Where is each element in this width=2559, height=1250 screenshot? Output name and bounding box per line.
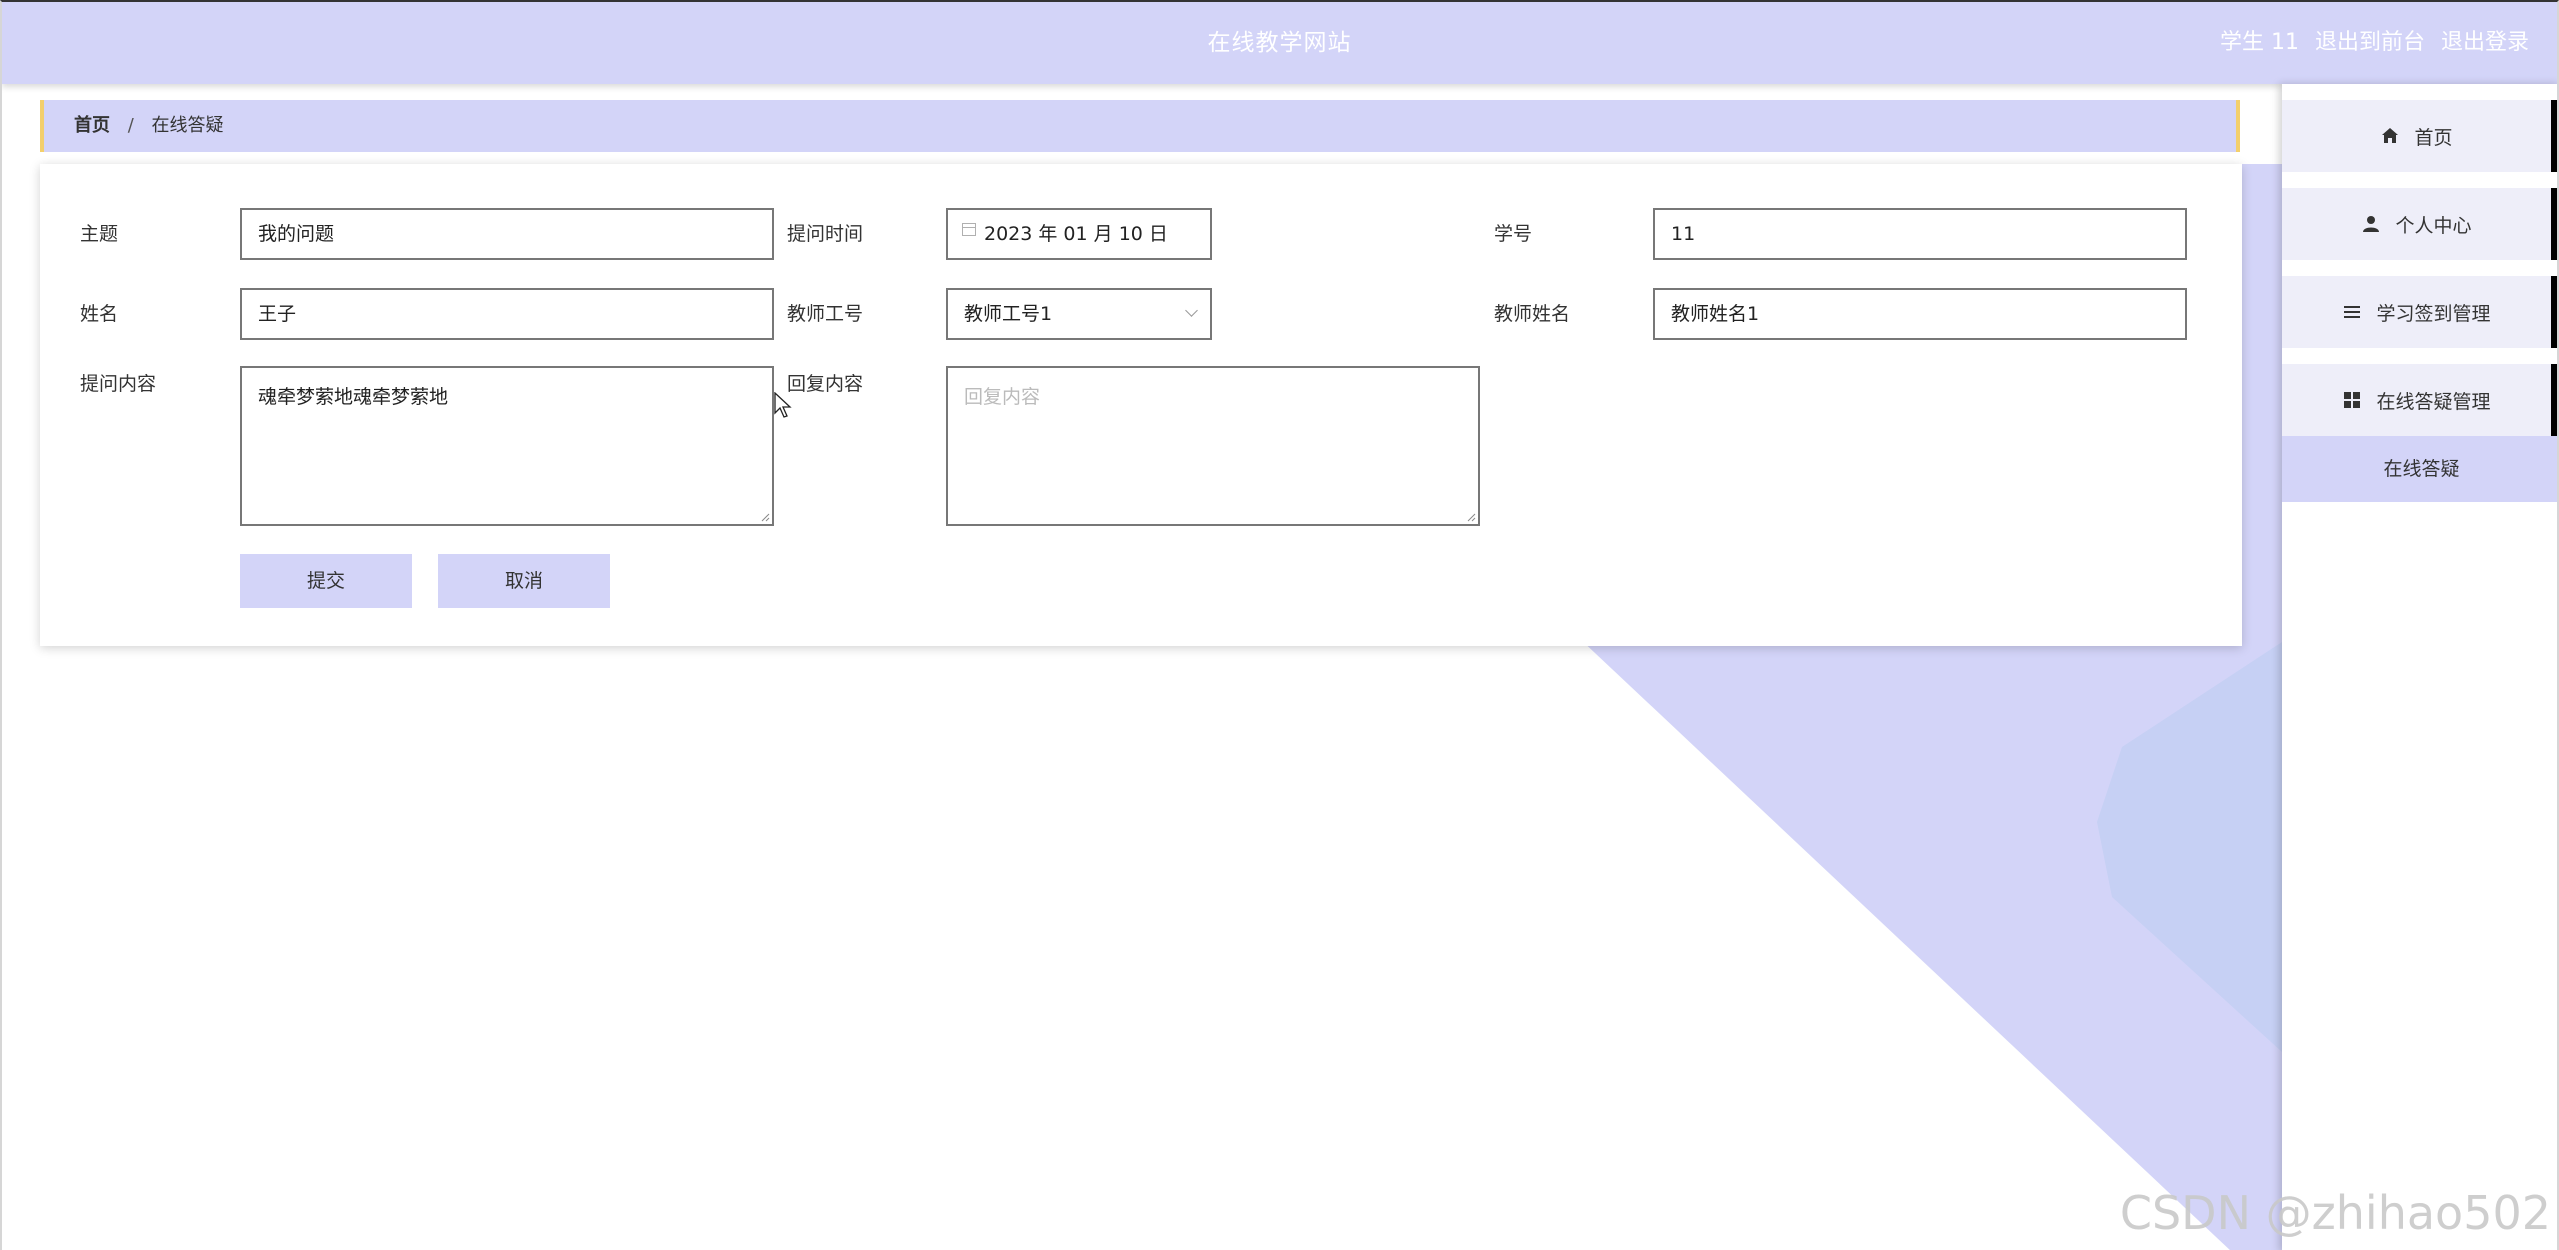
breadcrumb: 首页 / 在线答疑	[40, 100, 2240, 152]
breadcrumb-home[interactable]: 首页	[74, 115, 110, 136]
cancel-button[interactable]: 取消	[438, 554, 610, 608]
question-text: 魂牵梦萦地魂牵梦萦地	[258, 386, 449, 408]
teacher-no-select[interactable]: 教师工号1	[946, 288, 1212, 340]
question-label: 提问内容	[80, 373, 157, 395]
watermark: CSDN @zhihao502	[2119, 1186, 2551, 1240]
sidebar-subitem-online-qa[interactable]: 在线答疑	[2282, 436, 2557, 502]
mouse-cursor-icon	[774, 392, 792, 418]
top-header: 在线教学网站 学生 11 退出到前台 退出登录	[2, 2, 2557, 84]
teacher-no-label: 教师工号	[787, 303, 864, 325]
app-window: 在线教学网站 学生 11 退出到前台 退出登录 首页 / 在线答疑 主题 我的问…	[0, 0, 2559, 1250]
subject-label: 主题	[80, 223, 119, 245]
calendar-icon	[962, 223, 976, 236]
logout-link[interactable]: 退出登录	[2441, 2, 2529, 84]
reply-label: 回复内容	[787, 373, 864, 395]
sidebar-item-home[interactable]: 首页	[2282, 100, 2557, 172]
sidebar-item-label: 在线答疑管理	[2376, 390, 2491, 413]
resize-handle-icon[interactable]	[760, 512, 770, 522]
ask-time-label: 提问时间	[787, 223, 864, 245]
site-title: 在线教学网站	[1207, 30, 1352, 56]
teacher-name-label: 教师姓名	[1494, 303, 1571, 325]
reply-textarea[interactable]: 回复内容	[946, 366, 1480, 526]
grid-icon	[2344, 392, 2361, 408]
right-sidebar: 首页 个人中心 学习签到管理 在线答疑管理 在线答疑	[2282, 84, 2557, 1250]
name-label: 姓名	[80, 303, 119, 325]
sidebar-item-checkin-management[interactable]: 学习签到管理	[2282, 276, 2557, 348]
breadcrumb-separator: /	[127, 115, 134, 136]
question-textarea[interactable]: 魂牵梦萦地魂牵梦萦地	[240, 366, 774, 526]
qa-form-card: 主题 我的问题 提问时间 2023 年 01 月 10 日 学号 11 姓名 王…	[40, 164, 2242, 646]
chevron-down-icon	[1185, 304, 1198, 317]
sidebar-item-label: 首页	[2414, 126, 2453, 149]
ask-time-input[interactable]: 2023 年 01 月 10 日	[946, 208, 1212, 260]
list-icon	[2344, 306, 2361, 318]
submit-button[interactable]: 提交	[240, 554, 412, 608]
student-no-label: 学号	[1494, 223, 1533, 245]
home-icon	[2382, 128, 2399, 143]
sidebar-item-personal-center[interactable]: 个人中心	[2282, 188, 2557, 260]
sidebar-item-label: 学习签到管理	[2376, 302, 2491, 325]
reply-placeholder: 回复内容	[964, 386, 1041, 408]
teacher-no-value: 教师工号1	[964, 303, 1053, 325]
teacher-name-input[interactable]: 教师姓名1	[1653, 288, 2187, 340]
subject-input[interactable]: 我的问题	[240, 208, 774, 260]
student-no-input[interactable]: 11	[1653, 208, 2187, 260]
user-label: 学生 11	[2219, 30, 2299, 55]
ask-time-value: 2023 年 01 月 10 日	[984, 223, 1168, 245]
breadcrumb-current: 在线答疑	[151, 115, 224, 136]
sidebar-item-label: 个人中心	[2395, 214, 2472, 237]
name-input[interactable]: 王子	[240, 288, 774, 340]
user-icon	[2363, 216, 2380, 232]
resize-handle-icon[interactable]	[1466, 512, 1476, 522]
header-user-area: 学生 11 退出到前台 退出登录	[2220, 2, 2529, 84]
sidebar-item-qa-management[interactable]: 在线答疑管理	[2282, 364, 2557, 436]
exit-to-front-link[interactable]: 退出到前台	[2315, 2, 2425, 84]
